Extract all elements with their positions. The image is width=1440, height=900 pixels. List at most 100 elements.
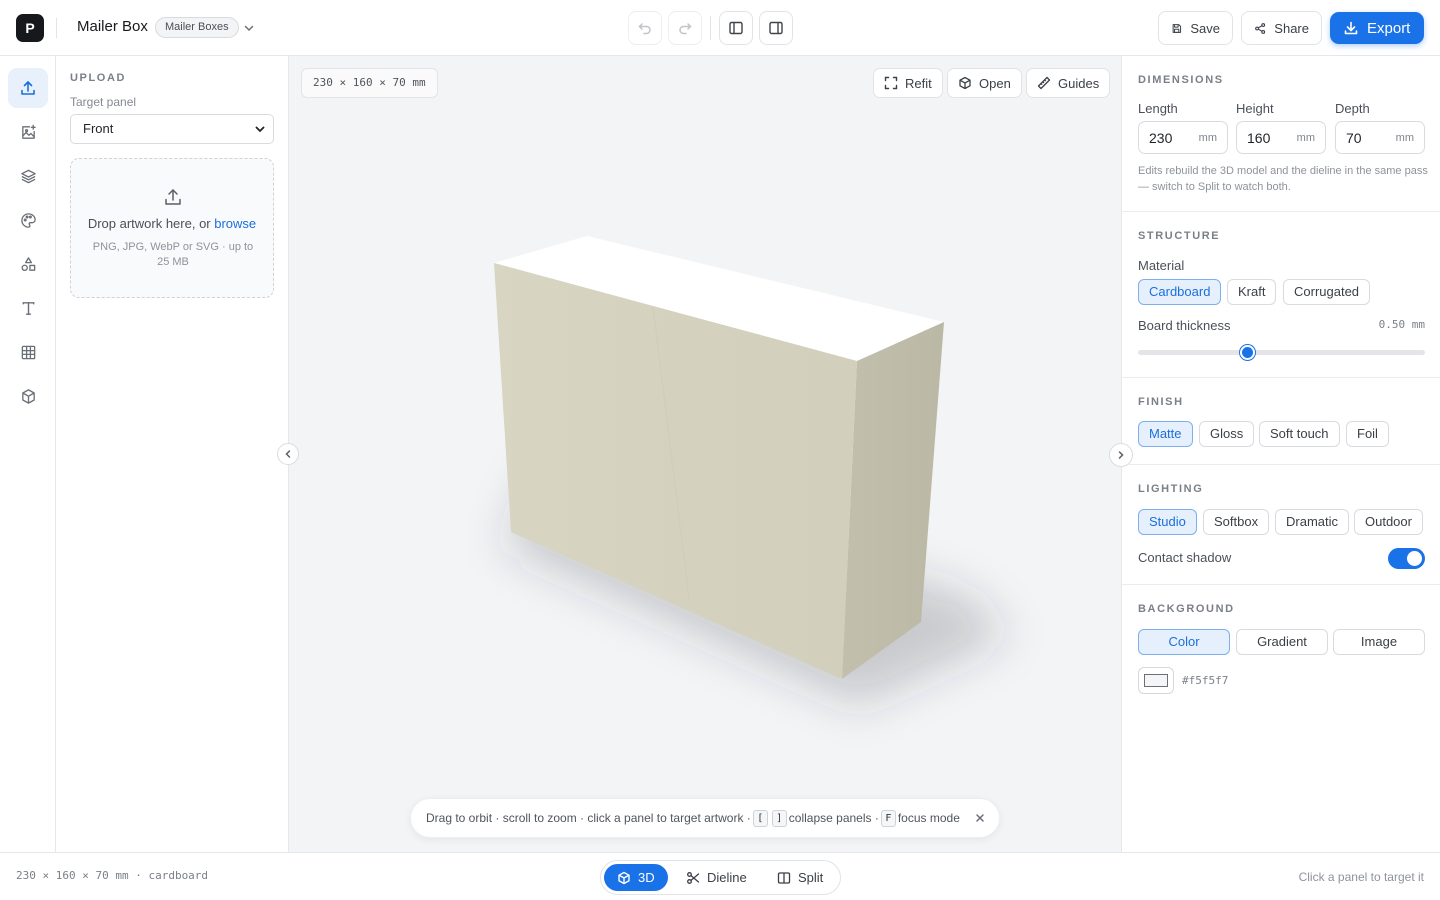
lighting-heading: LIGHTING [1138, 483, 1204, 495]
background-color-swatch[interactable] [1138, 667, 1174, 694]
save-button[interactable]: Save [1158, 11, 1233, 45]
3d-viewport[interactable]: 230 × 160 × 70 mm Refit Open Guides Drag… [289, 56, 1121, 852]
material-label: Material [1138, 258, 1185, 273]
dimensions-heading: DIMENSIONS [1138, 74, 1224, 86]
sidebar-left-icon [729, 21, 743, 35]
board-thickness-value: 0.50 mm [1378, 318, 1425, 331]
box-3d-render[interactable] [289, 56, 1121, 852]
share-button[interactable]: Share [1241, 11, 1322, 45]
finish-soft-touch[interactable]: Soft touch [1259, 421, 1340, 447]
redo-button[interactable] [668, 11, 702, 45]
save-label: Save [1190, 20, 1220, 36]
depth-input[interactable]: 70 mm [1335, 121, 1425, 154]
rail-text[interactable] [8, 288, 48, 328]
shapes-icon [21, 256, 35, 271]
browse-link[interactable]: browse [214, 216, 256, 231]
background-gradient-option[interactable]: Gradient [1236, 629, 1328, 655]
target-panel-label: Target panel [70, 95, 137, 109]
material-corrugated[interactable]: Corrugated [1283, 279, 1371, 305]
lighting-dramatic[interactable]: Dramatic [1275, 509, 1350, 535]
rail-grid[interactable] [8, 332, 48, 372]
upload-heading: UPLOAD [70, 72, 127, 84]
upload-icon [21, 81, 35, 95]
download-icon [1344, 21, 1358, 35]
slider-handle[interactable] [1239, 345, 1255, 360]
chevron-down-icon [255, 126, 265, 132]
rail-layers[interactable] [8, 156, 48, 196]
image-plus-icon [21, 124, 36, 139]
tool-rail [0, 56, 56, 852]
rail-colors[interactable] [8, 200, 48, 240]
close-icon[interactable] [974, 812, 986, 824]
dimensions-section: DIMENSIONS Length 230 mm Height 160 mm D… [1122, 56, 1440, 212]
undo-button[interactable] [628, 11, 662, 45]
split-view-icon [777, 871, 791, 884]
length-input[interactable]: 230 mm [1138, 121, 1228, 154]
project-title[interactable]: Mailer Box [77, 18, 148, 35]
finish-section: FINISH Matte Gloss Soft touch Foil [1122, 378, 1440, 465]
target-panel-value: Front [83, 121, 114, 136]
export-button[interactable]: Export [1330, 12, 1424, 44]
rail-3d-model[interactable] [8, 376, 48, 416]
height-label: Height [1236, 101, 1274, 116]
lighting-outdoor[interactable]: Outdoor [1354, 509, 1423, 535]
height-input[interactable]: 160 mm [1236, 121, 1326, 154]
undo-icon [638, 23, 651, 35]
app-logo[interactable]: P [16, 14, 44, 42]
material-kraft[interactable]: Kraft [1227, 279, 1277, 305]
chevron-down-icon[interactable] [241, 20, 257, 36]
background-section: BACKGROUND Color Gradient Image [1122, 585, 1440, 745]
toolbar-divider [710, 16, 711, 40]
finish-matte[interactable]: Matte [1138, 421, 1193, 447]
finish-gloss[interactable]: Gloss [1199, 421, 1255, 447]
scissors-icon [687, 871, 700, 884]
layers-icon [20, 169, 36, 183]
chevron-right-icon [1118, 451, 1124, 459]
artwork-dropzone[interactable]: Drop artwork here, or browse PNG, JPG, W… [70, 158, 274, 298]
target-panel-select[interactable]: Front [70, 114, 274, 144]
background-color-option[interactable]: Color [1138, 629, 1230, 655]
share-icon [1255, 22, 1266, 34]
material-cardboard[interactable]: Cardboard [1138, 279, 1222, 305]
kbd-key: [ [752, 809, 768, 827]
contact-shadow-label: Contact shadow [1138, 550, 1232, 565]
lighting-softbox[interactable]: Softbox [1203, 509, 1270, 535]
export-label: Export [1367, 19, 1411, 37]
board-thickness-label: Board thickness [1138, 318, 1231, 333]
upload-panel: UPLOAD Target panel Front Drop artwork h… [56, 56, 289, 852]
tab-split[interactable]: Split [764, 864, 836, 891]
collapse-left-panel-button[interactable] [277, 443, 299, 465]
sidebar-right-icon [769, 21, 783, 35]
dropzone-text: Drop artwork here, or browse [87, 216, 257, 231]
background-color-hex[interactable]: #f5f5f7 [1182, 674, 1228, 687]
contact-shadow-toggle[interactable] [1388, 548, 1425, 569]
toggle-knob [1407, 551, 1422, 566]
tab-3d[interactable]: 3D [604, 864, 668, 891]
palette-icon [20, 212, 36, 228]
share-label: Share [1274, 20, 1309, 36]
status-summary: 230 × 160 × 70 mm · cardboard [16, 869, 209, 882]
rail-shapes[interactable] [8, 244, 48, 284]
upload-icon [165, 189, 181, 205]
toggle-left-panel-button[interactable] [719, 11, 753, 45]
box-icon [21, 388, 35, 404]
grid-icon [21, 345, 35, 359]
text-icon [22, 301, 34, 315]
structure-heading: STRUCTURE [1138, 230, 1221, 242]
save-icon [1172, 23, 1182, 33]
tab-dieline[interactable]: Dieline [673, 864, 760, 891]
toggle-right-panel-button[interactable] [759, 11, 793, 45]
lighting-studio[interactable]: Studio [1138, 509, 1197, 535]
chevron-left-icon [285, 450, 291, 458]
rail-upload[interactable] [8, 68, 48, 108]
status-bar: 230 × 160 × 70 mm · cardboard 3D Dieline… [0, 852, 1440, 900]
board-thickness-slider[interactable] [1138, 345, 1425, 360]
background-image-option[interactable]: Image [1333, 629, 1425, 655]
collapse-right-panel-button[interactable] [1109, 443, 1133, 467]
redo-icon [679, 23, 692, 35]
background-heading: BACKGROUND [1138, 603, 1235, 615]
finish-foil[interactable]: Foil [1346, 421, 1389, 447]
header-divider [56, 18, 57, 38]
top-bar: P Mailer Box Mailer Boxes Save Share Exp… [0, 0, 1440, 56]
rail-images[interactable] [8, 112, 48, 152]
